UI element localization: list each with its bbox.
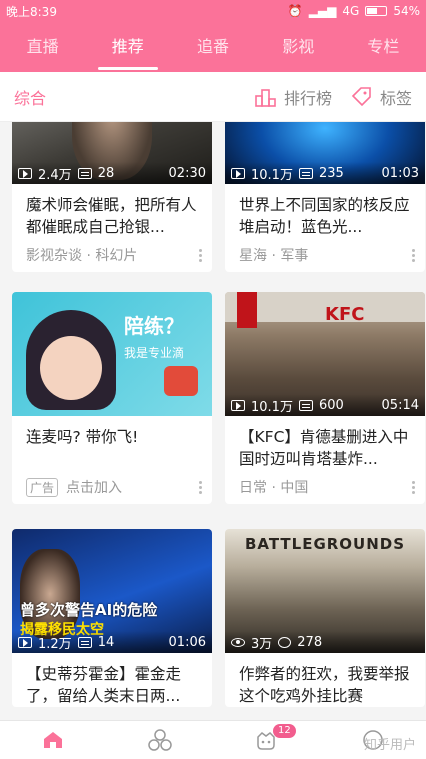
danmaku-count: 600 [318, 397, 344, 413]
video-thumbnail[interactable]: BATTLEGROUNDS 3万 278 [225, 529, 425, 653]
rank-label: 排行榜 [283, 88, 332, 108]
ad-title: 连麦吗? 带你飞! [26, 428, 139, 446]
rank-button[interactable]: 排行榜 [254, 85, 332, 109]
play-count-icon [231, 167, 245, 179]
tab-live[interactable]: 直播 [0, 22, 85, 72]
video-meta: 影视杂谈 · 科幻片 [26, 248, 138, 264]
video-card[interactable]: 2.4万 28 02:30 魔术师会催眠，把所有人都催眠成自己抢银... 影视杂… [12, 122, 212, 272]
video-meta: 星海 · 军事 [239, 248, 309, 264]
rank-icon [255, 88, 276, 107]
video-card[interactable]: 曾多次警告AI的危险 揭露移民太空 1.2万 14 01:06 【史蒂芬霍金】霍… [12, 529, 212, 707]
play-count-icon [18, 636, 32, 648]
nav-home[interactable] [0, 721, 107, 759]
thumb-text: 曾多次警告AI的危险 [20, 601, 158, 619]
bottom-nav: 12 [0, 720, 426, 759]
video-title: 【史蒂芬霍金】霍金走了，留给人类末日两... [26, 665, 182, 705]
video-title: 【KFC】肯德基删进入中国时迈叫肯塔基炸... [239, 428, 409, 468]
video-card[interactable]: 10.1万 235 01:03 世界上不同国家的核反应堆启动！蓝色光... 星海… [225, 122, 425, 272]
video-stats: 2.4万 28 02:30 [12, 162, 212, 184]
view-count: 1.2万 [38, 636, 72, 652]
video-card[interactable]: KFC 10.1万 600 05:14 【KFC】肯德基删进入中国时迈叫肯塔基炸… [225, 292, 425, 504]
more-icon[interactable] [412, 248, 415, 262]
thumb-text: KFC [325, 304, 365, 325]
tag-label: 标签 [379, 88, 412, 108]
danmaku-count: 235 [318, 165, 344, 181]
feed: 2.4万 28 02:30 魔术师会催眠，把所有人都催眠成自己抢银... 影视杂… [0, 122, 426, 720]
alarm-icon: ⏰ [287, 4, 303, 18]
more-icon[interactable] [199, 480, 202, 494]
category-title[interactable]: 综合 [14, 85, 46, 109]
tag-icon [351, 86, 371, 106]
tab-column[interactable]: 专栏 [341, 22, 426, 72]
video-meta: 日常 · 中国 [239, 480, 309, 496]
danmaku-icon [77, 636, 92, 648]
sub-bar: 综合 排行榜 标签 [0, 72, 426, 122]
danmaku-count: 278 [297, 634, 323, 650]
view-count: 10.1万 [251, 399, 293, 415]
video-stats: 1.2万 14 01:06 [12, 631, 212, 653]
video-title: 魔术师会催眠，把所有人都催眠成自己抢银... [26, 196, 197, 236]
ad-badge: 广告 [26, 477, 59, 497]
comment-icon [278, 636, 292, 648]
watermark: 知乎用户 [363, 738, 416, 753]
danmaku-count: 14 [97, 634, 115, 650]
view-count: 10.1万 [251, 167, 293, 183]
video-thumbnail[interactable]: 曾多次警告AI的危险 揭露移民太空 1.2万 14 01:06 [12, 529, 212, 653]
tag-button[interactable]: 标签 [350, 85, 412, 109]
status-bar: 晚上8:39 ⏰ ▂▄▆ 4G 54% [0, 0, 426, 22]
battery-icon [365, 6, 388, 16]
video-stats: 10.1万 600 05:14 [225, 394, 425, 416]
network-label: 4G [342, 4, 360, 18]
duration: 01:06 [168, 634, 206, 650]
nav-channels[interactable] [107, 721, 214, 759]
view-icon [231, 637, 245, 647]
video-card[interactable]: BATTLEGROUNDS 3万 278 作弊者的狂欢，我要举报这个吃鸡外挂比赛 [225, 529, 425, 707]
nav-dynamic[interactable]: 12 [213, 721, 320, 759]
ad-cta[interactable]: 点击加入 [66, 477, 122, 497]
duration: 02:30 [168, 165, 206, 181]
more-icon[interactable] [412, 480, 415, 494]
battery-percent: 54% [393, 4, 420, 18]
channels-icon [148, 729, 172, 751]
notification-badge: 12 [273, 723, 296, 738]
video-stats: 3万 278 [225, 631, 425, 653]
more-icon[interactable] [199, 248, 202, 262]
ad-subline: 我是专业滴 [124, 346, 185, 360]
top-tabs: 直播 推荐 追番 影视 专栏 [0, 22, 426, 72]
ad-card[interactable]: 陪练？ 我是专业滴 连麦吗? 带你飞! 广告 点击加入 [12, 292, 212, 504]
tab-film[interactable]: 影视 [256, 22, 341, 72]
thumb-text: BATTLEGROUNDS [244, 535, 406, 553]
signal-icon: ▂▄▆ [308, 4, 337, 18]
danmaku-icon [298, 399, 313, 411]
view-count: 3万 [251, 636, 273, 652]
status-time: 晚上8:39 [6, 4, 57, 19]
video-stats: 10.1万 235 01:03 [225, 162, 425, 184]
home-icon [44, 732, 63, 748]
tab-anime[interactable]: 追番 [170, 22, 255, 72]
duration: 01:03 [381, 165, 419, 181]
tab-recommend[interactable]: 推荐 [85, 22, 170, 72]
danmaku-icon [77, 167, 92, 179]
play-count-icon [231, 399, 245, 411]
video-title: 世界上不同国家的核反应堆启动！蓝色光... [239, 196, 410, 236]
view-count: 2.4万 [38, 167, 72, 183]
duration: 05:14 [381, 397, 419, 413]
video-thumbnail[interactable]: KFC 10.1万 600 05:14 [225, 292, 425, 416]
danmaku-count: 28 [97, 165, 115, 181]
play-count-icon [18, 167, 32, 179]
video-thumbnail[interactable]: 10.1万 235 01:03 [225, 122, 425, 184]
ad-logo [164, 366, 198, 396]
ad-headline: 陪练？ [124, 314, 184, 338]
video-title: 作弊者的狂欢，我要举报这个吃鸡外挂比赛 [239, 665, 410, 705]
video-thumbnail[interactable]: 2.4万 28 02:30 [12, 122, 212, 184]
ad-thumbnail[interactable]: 陪练？ 我是专业滴 [12, 292, 212, 416]
danmaku-icon [298, 167, 313, 179]
